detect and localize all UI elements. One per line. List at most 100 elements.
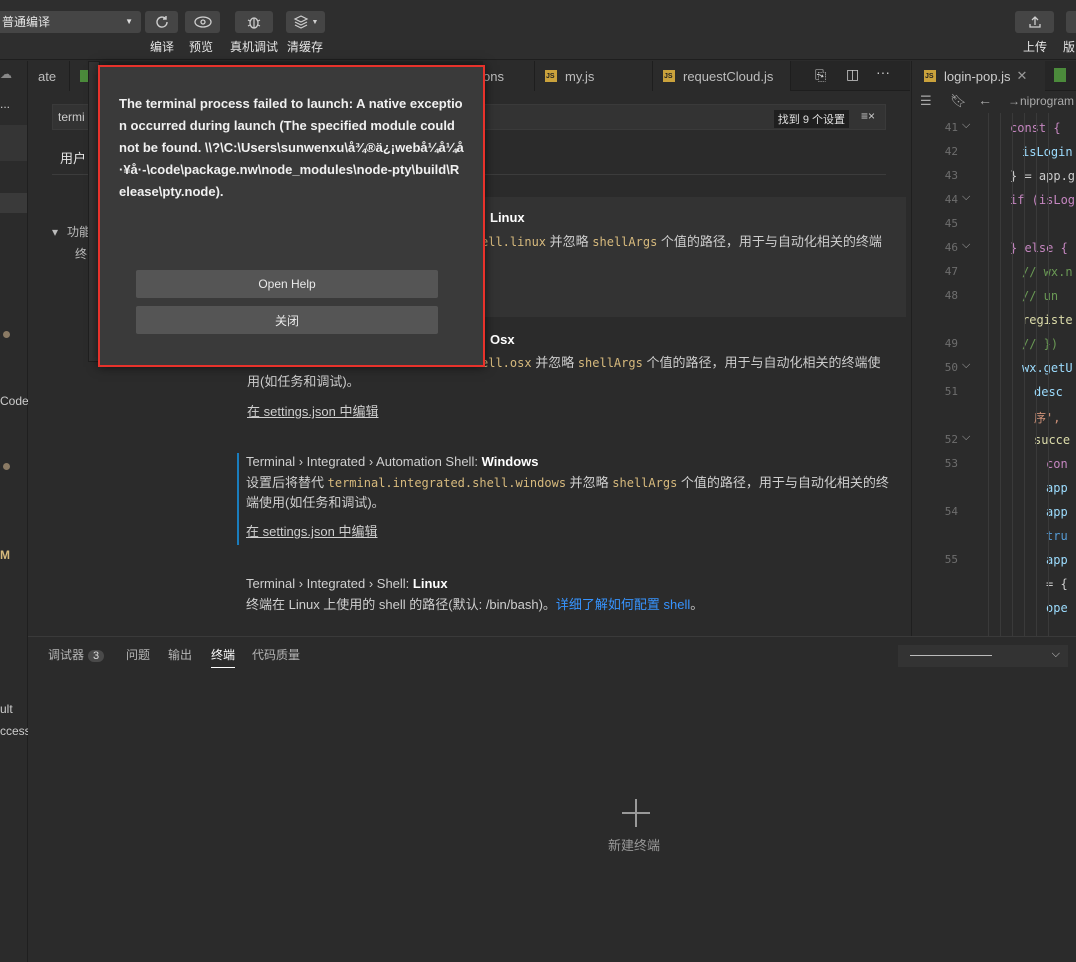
indent-guide [1000,113,1001,636]
count-badge: 3 [88,650,105,662]
sidebar-item-m[interactable]: M [0,548,10,562]
code-token: ell.osx [481,356,532,370]
tab-my-js[interactable]: JS my.js [535,61,653,91]
desc-text: 并忽略 [546,234,593,249]
desc-text: 终端在 Linux 上使用的 shell 的路径(默认: /bin/bash)。 [246,597,556,612]
preview-button[interactable] [185,11,220,33]
code-line: tru [1046,529,1068,543]
right-tabs: JS login-pop.js ✕ [912,61,1076,91]
setting-title-tail: Linux [490,210,525,225]
tab-output[interactable]: 输出 [168,646,192,663]
setting-desc: 终端在 Linux 上使用的 shell 的路径(默认: /bin/bash)。… [246,595,886,615]
line-number: 45 [944,217,958,230]
list-icon[interactable]: ☰ [920,93,932,109]
setting-desc-line2: 端使用(如任务和调试)。 [246,495,385,510]
tab-debugger[interactable]: 调试器 3 [48,646,105,663]
breadcrumb[interactable]: →niprogram [1008,94,1074,108]
compile-button[interactable] [145,11,178,33]
status-dot [3,463,10,470]
code-token: shellArgs [577,356,643,370]
tab-ate[interactable]: ate [28,61,70,91]
tab-requestcloud-js[interactable]: JS requestCloud.js [653,61,791,91]
line-number: 49 [944,337,958,350]
fold-chevron-icon[interactable]: ⌵ [962,431,970,444]
sidebar-item-code[interactable]: Code [0,394,29,408]
version-button[interactable] [1066,11,1076,33]
close-icon[interactable]: ✕ [1017,68,1028,84]
split-editor-icon[interactable]: ◫ [846,66,859,83]
setting-automation-shell-windows: Terminal › Integrated › Automation Shell… [246,454,889,541]
compile-mode-select[interactable]: 普通编译 ▼ [0,11,141,33]
chevron-down-icon: ▼ [125,17,133,26]
left-sidebar: ☁ ... Code M ult ccess [0,61,31,962]
title-prefix: Terminal › Integrated › Automation Shell… [246,454,482,469]
tab-label: 调试器 [48,648,85,662]
setting-desc-osx-line2: 用(如任务和调试)。 [247,374,360,389]
split-compare-icon[interactable]: ⎘ [815,67,826,84]
open-help-button[interactable]: Open Help [136,270,438,298]
wxml-file-icon[interactable] [1054,68,1066,82]
scope-user-tab[interactable]: 用户 [60,148,86,167]
bookmark-icon[interactable]: 🔖︎ [950,93,967,109]
error-message: The terminal process failed to launch: A… [119,96,464,199]
fold-chevron-icon[interactable]: ⌵ [962,191,970,204]
add-icon[interactable] [620,797,652,829]
code-token: shellArgs [612,476,678,490]
desc-text: 并忽略 [566,475,613,490]
top-toolbar: 普通编译 ▼ ▼ 编译 预览 真机调试 清缓存 上传 版 [0,0,1076,60]
new-terminal-label[interactable]: 新建终端 [608,835,660,854]
remote-debug-button[interactable] [235,11,273,33]
sidebar-highlight[interactable] [0,193,27,213]
sidebar-active-item[interactable] [0,125,27,161]
upload-button[interactable] [1015,11,1054,33]
clear-cache-button[interactable]: ▼ [286,11,325,33]
upload-label: 上传 [1023,40,1048,54]
tab-login-pop-js[interactable]: JS login-pop.js ✕ [912,61,1045,91]
status-dot [3,331,10,338]
clear-cache-label: 清缓存 [287,40,324,54]
cloud-icon[interactable]: ☁ [0,67,12,81]
modified-indicator [237,453,239,545]
learn-more-link[interactable]: 详细了解如何配置 shell [556,597,690,612]
tab-problems[interactable]: 问题 [126,646,150,663]
tab-ons[interactable]: ons [483,61,535,91]
compile-mode-value: 普通编译 [2,15,51,29]
line-number: 52 [944,433,958,446]
code-line: app [1046,505,1068,519]
setting-title-tail: Osx [490,332,515,347]
tree-item-terminal[interactable]: 终 [75,245,87,262]
title-key: Linux [412,576,448,591]
code-line: = { [1046,577,1068,591]
clear-filter-icon[interactable]: ≡× [861,109,875,123]
setting-desc-linux: ell.linux 并忽略 shellArgs 个值的路径，用于与自动化相关的终… [481,231,882,250]
tab-code-quality[interactable]: 代码质量 [252,646,300,663]
fold-chevron-icon[interactable]: ⌵ [962,359,970,372]
back-icon[interactable]: ← [978,92,992,108]
bottom-panel: 调试器 3 问题 输出 终端 代码质量 ⌵ 新建终端 [28,636,1076,962]
edit-in-settings-json-link[interactable]: 在 settings.json 中编辑 [246,521,378,540]
sidebar-more[interactable]: ... [0,97,10,111]
close-button[interactable]: 关闭 [136,306,438,334]
preview-label: 预览 [189,40,214,54]
js-file-icon: JS [924,70,936,82]
found-count-badge: 找到 9 个设置 [773,110,849,128]
indent-guide [1024,113,1025,636]
code-line: // un [1022,289,1059,303]
line-number: 48 [944,289,958,302]
layers-icon [293,15,308,29]
line-number: 54 [944,505,958,518]
edit-in-settings-json-link[interactable]: 在 settings.json 中编辑 [247,401,379,420]
fold-chevron-icon[interactable]: ⌵ [962,119,970,132]
desc-text: 个值的路径，用于与自动化相关的终端使 [642,355,881,370]
remote-debug-label: 真机调试 [230,40,279,54]
code-area[interactable]: 414243444546474849505152535455⌵⌵⌵⌵⌵onCli… [912,113,1076,636]
tab-terminal[interactable]: 终端 [211,646,236,668]
tree-chevron-icon[interactable]: ▾ [52,225,58,239]
terminal-select[interactable]: ⌵ [898,645,1068,667]
bug-icon [247,17,261,29]
fold-chevron-icon[interactable]: ⌵ [962,239,970,252]
search-value: termi [58,110,85,124]
line-number: 42 [944,145,958,158]
indent-guide [1036,113,1037,636]
more-actions-icon[interactable]: ··· [876,64,890,80]
